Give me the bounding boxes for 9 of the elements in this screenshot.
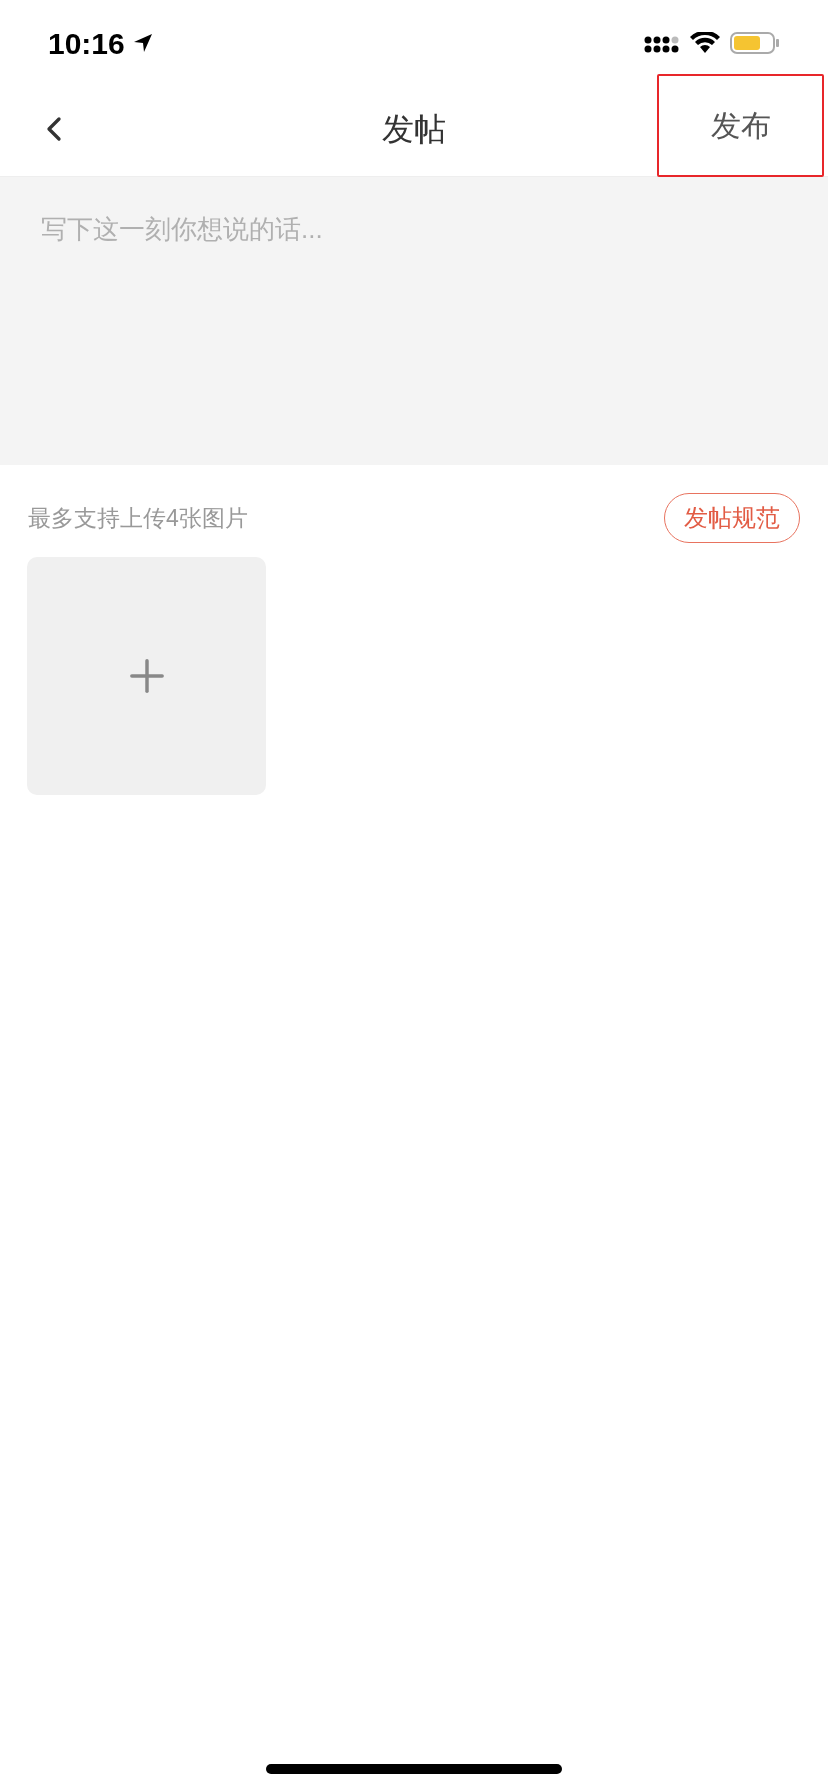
posting-rules-button[interactable]: 发帖规范 <box>664 493 800 543</box>
battery-icon <box>730 31 780 55</box>
post-text-field[interactable]: 写下这一刻你想说的话... <box>0 177 828 465</box>
wifi-icon <box>690 32 720 54</box>
publish-button[interactable]: 发布 <box>657 73 824 177</box>
status-time: 10:16 <box>48 25 125 62</box>
upload-hint: 最多支持上传4张图片 <box>28 503 248 533</box>
page-title: 发帖 <box>382 110 446 149</box>
location-arrow-icon <box>132 33 153 53</box>
